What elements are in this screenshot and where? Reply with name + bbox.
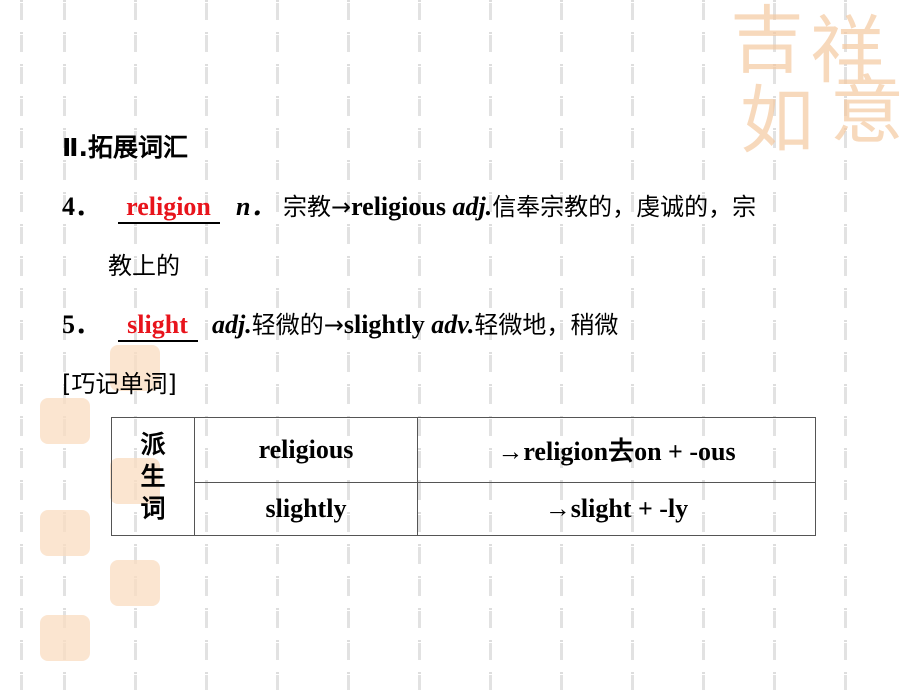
vocab-item-4: 4． religion n． 宗教→religious adj.信奉宗教的，虔诚… xyxy=(62,186,756,224)
memory-tip-label: [巧记单词] xyxy=(62,370,177,398)
table-row: slightly →slight + -ly xyxy=(112,481,816,537)
seal-char-4: 意 xyxy=(830,68,904,154)
formation-cell: →religion去on + -ous xyxy=(417,417,816,483)
seal-char-1: 吉 xyxy=(730,0,804,84)
part-of-speech: adj. xyxy=(212,310,252,339)
category-char: 生 xyxy=(140,461,166,491)
category-char: 派 xyxy=(140,429,166,459)
derived-meaning-continued: 教上的 xyxy=(108,252,180,280)
part-of-speech: n． xyxy=(236,192,277,221)
category-cell: 派 生 词 xyxy=(111,417,195,536)
derivation-table: 派 生 词 religious →religion去on + -ous slig… xyxy=(111,417,816,537)
meaning: 轻微的 xyxy=(251,311,324,339)
vocab-item-5: 5． slight adj.轻微的→slightly adv.轻微地，稍微 xyxy=(62,304,618,342)
derived-word: religious xyxy=(351,192,446,221)
answer-blank: religion xyxy=(117,192,220,224)
meaning: 宗教 xyxy=(282,193,331,221)
seal-char-3: 如 xyxy=(740,78,814,164)
formation-cell: →slight + -ly xyxy=(417,481,816,537)
table-row: 派 生 词 religious →religion去on + -ous xyxy=(111,417,816,536)
word-cell: slightly xyxy=(194,481,418,537)
derived-word: slightly xyxy=(343,310,425,339)
item-number: 5． xyxy=(62,310,102,339)
derived-meaning: 轻微地，稍微 xyxy=(474,311,619,339)
arrow-icon: → xyxy=(330,193,352,221)
answer-blank: slight xyxy=(117,310,198,342)
derived-pos: adj. xyxy=(452,192,493,221)
word-cell: religious xyxy=(194,417,418,483)
decorative-seal-small xyxy=(110,560,160,606)
decorative-seal-small xyxy=(40,510,90,556)
item-number: 4． xyxy=(62,192,102,221)
section-heading: Ⅱ.拓展词汇 xyxy=(62,133,188,162)
decorative-seal-small xyxy=(40,398,90,444)
decorative-seal-small xyxy=(40,615,90,661)
decorative-seal-large: 吉 祥 如 意 xyxy=(720,0,920,180)
arrow-icon: → xyxy=(323,311,344,339)
derived-meaning: 信奉宗教的，虔诚的，宗 xyxy=(492,193,757,221)
derived-pos: adv. xyxy=(431,310,475,339)
category-char: 词 xyxy=(140,493,166,523)
